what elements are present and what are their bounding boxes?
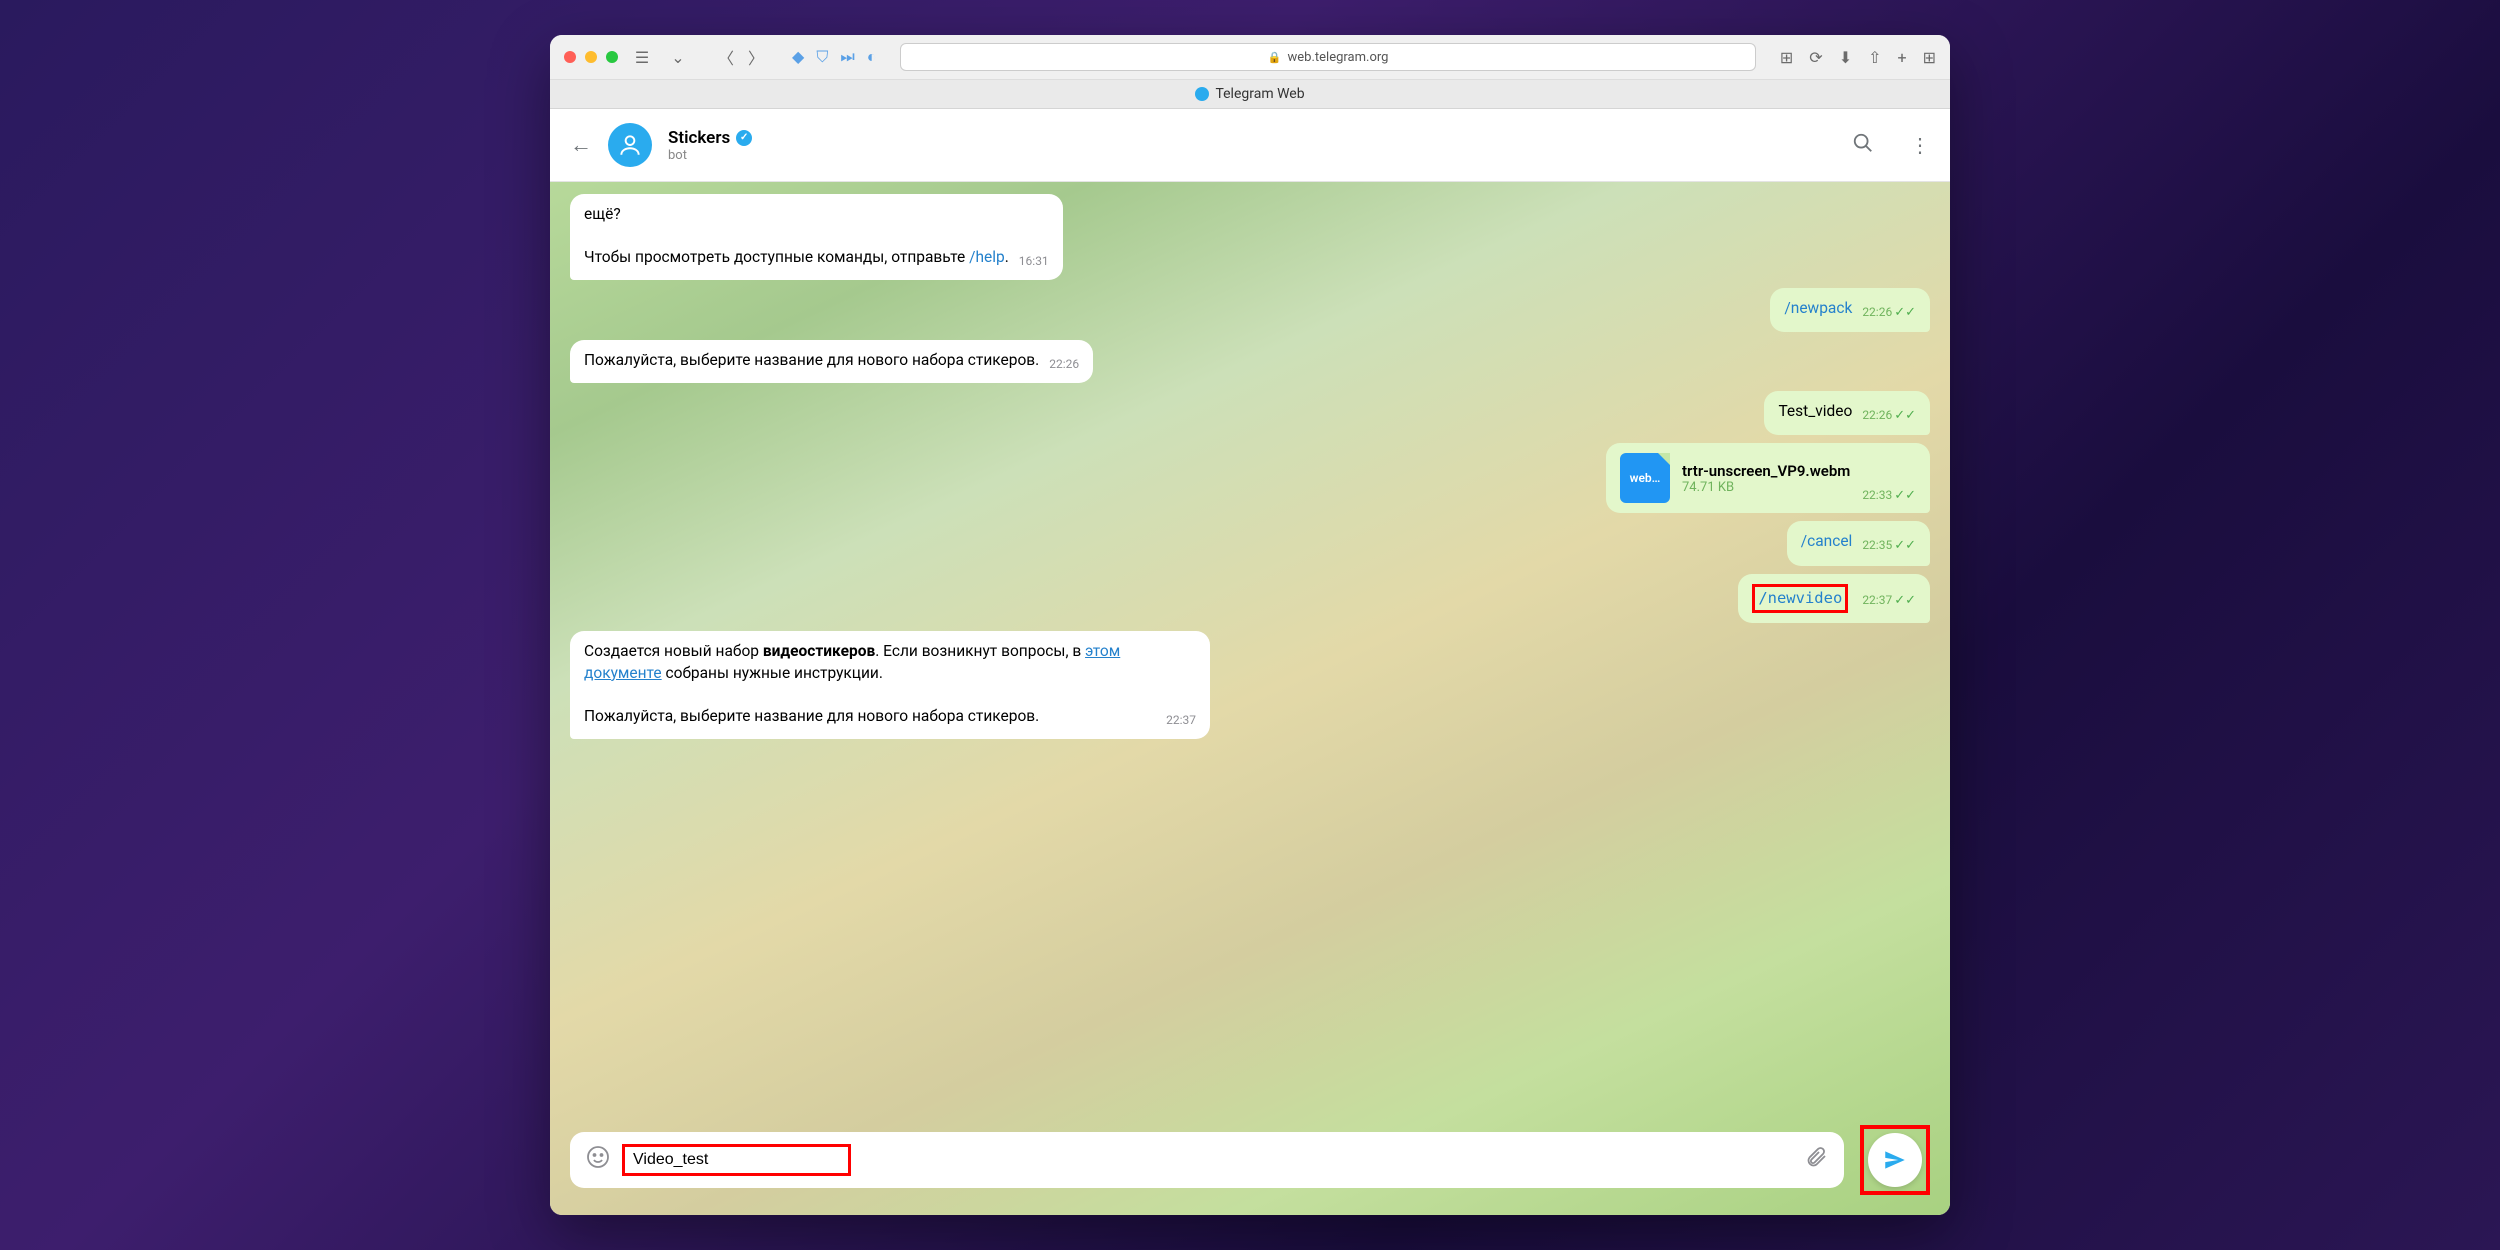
- url-text: web.telegram.org: [1288, 50, 1389, 65]
- newvideo-command[interactable]: /newvideo: [1758, 589, 1842, 607]
- reader-icon[interactable]: ⊞: [1780, 48, 1793, 67]
- message-time: 22:26: [1049, 356, 1079, 373]
- highlight-box: [1860, 1125, 1930, 1195]
- share-icon[interactable]: ⇧: [1868, 48, 1881, 67]
- extensions: ◆ ⛉ ⏭ ◐: [792, 47, 876, 67]
- download-icon[interactable]: ⬇: [1839, 48, 1852, 67]
- new-tab-icon[interactable]: +: [1898, 48, 1907, 67]
- message-outgoing[interactable]: /newpack 22:26✓✓: [1770, 288, 1930, 332]
- chat-avatar[interactable]: [608, 123, 652, 167]
- help-command[interactable]: /help: [969, 248, 1005, 266]
- message-time: 22:26✓✓: [1862, 304, 1916, 322]
- moon-icon[interactable]: ◐: [867, 47, 877, 67]
- highlight-box: [622, 1144, 851, 1176]
- sidebar-toggle[interactable]: ☰: [630, 45, 654, 69]
- message-outgoing[interactable]: Test_video 22:26✓✓: [1764, 391, 1930, 435]
- chat-name: Stickers: [668, 128, 730, 148]
- newpack-command[interactable]: /newpack: [1784, 299, 1852, 317]
- file-size: 74.71 KB: [1682, 480, 1850, 495]
- chat-body: ещё? Чтобы просмотреть доступные команды…: [550, 182, 1950, 1215]
- cancel-command[interactable]: /cancel: [1801, 532, 1853, 550]
- nav-forward[interactable]: 〉: [744, 45, 768, 69]
- highlight-box: /newvideo: [1752, 584, 1848, 614]
- chat-subtitle: bot: [668, 148, 752, 163]
- close-window[interactable]: [564, 51, 576, 63]
- browser-chrome: ☰ ⌄ 〈 〉 ◆ ⛉ ⏭ ◐ 🔒 web.telegram.org ⊞ ⟳ ⬇…: [550, 35, 1950, 80]
- message-outgoing[interactable]: /newvideo 22:37✓✓: [1738, 574, 1930, 624]
- maximize-window[interactable]: [606, 51, 618, 63]
- shield-icon[interactable]: ⛉: [816, 47, 828, 67]
- menu-icon[interactable]: ⋮: [1910, 133, 1930, 157]
- tab-title[interactable]: Telegram Web: [1215, 86, 1304, 102]
- search-icon[interactable]: [1852, 132, 1874, 159]
- emoji-icon[interactable]: [586, 1145, 610, 1175]
- message-time: 22:37✓✓: [1862, 592, 1916, 610]
- message-time: 22:35✓✓: [1862, 537, 1916, 555]
- address-bar[interactable]: 🔒 web.telegram.org: [900, 43, 1755, 71]
- compose-row: [570, 1125, 1930, 1195]
- message-time: 22:37: [1166, 712, 1196, 729]
- message-time: 16:31: [1019, 253, 1049, 270]
- tab-strip: Telegram Web: [550, 80, 1950, 109]
- message-time: 22:26✓✓: [1862, 407, 1916, 425]
- read-ticks: ✓✓: [1894, 408, 1916, 423]
- back-button[interactable]: ←: [570, 132, 592, 158]
- message-time: 22:33✓✓: [1862, 488, 1916, 503]
- verified-badge: ✓: [736, 130, 752, 146]
- file-name: trtr-unscreen_VP9.webm: [1682, 462, 1850, 480]
- read-ticks: ✓✓: [1894, 488, 1916, 503]
- diamond-icon[interactable]: ◆: [792, 47, 804, 67]
- file-type-icon: web…: [1620, 453, 1670, 503]
- reload-icon[interactable]: ⟳: [1809, 48, 1822, 67]
- attach-icon[interactable]: [1804, 1145, 1828, 1175]
- nav-back[interactable]: 〈: [714, 45, 738, 69]
- tab-dropdown[interactable]: ⌄: [666, 45, 690, 69]
- send-button[interactable]: [1868, 1133, 1922, 1187]
- skip-icon[interactable]: ⏭: [840, 47, 854, 67]
- tabs-overview-icon[interactable]: ⊞: [1923, 48, 1936, 67]
- read-ticks: ✓✓: [1894, 305, 1916, 320]
- message-outgoing[interactable]: /cancel 22:35✓✓: [1787, 521, 1930, 565]
- minimize-window[interactable]: [585, 51, 597, 63]
- window-controls: [564, 51, 618, 63]
- message-file[interactable]: web… trtr-unscreen_VP9.webm 74.71 KB 22:…: [1606, 443, 1930, 513]
- message-incoming[interactable]: ещё? Чтобы просмотреть доступные команды…: [570, 194, 1063, 280]
- lock-icon: 🔒: [1268, 51, 1282, 64]
- message-incoming[interactable]: Пожалуйста, выберите название для нового…: [570, 340, 1093, 383]
- compose-box: [570, 1132, 1844, 1188]
- telegram-icon: [1195, 87, 1209, 101]
- message-input[interactable]: [629, 1147, 844, 1173]
- chat-header: ← Stickers ✓ bot ⋮: [550, 109, 1950, 182]
- read-ticks: ✓✓: [1894, 593, 1916, 608]
- read-ticks: ✓✓: [1894, 538, 1916, 553]
- message-incoming[interactable]: Создается новый набор видеостикеров. Есл…: [570, 631, 1210, 739]
